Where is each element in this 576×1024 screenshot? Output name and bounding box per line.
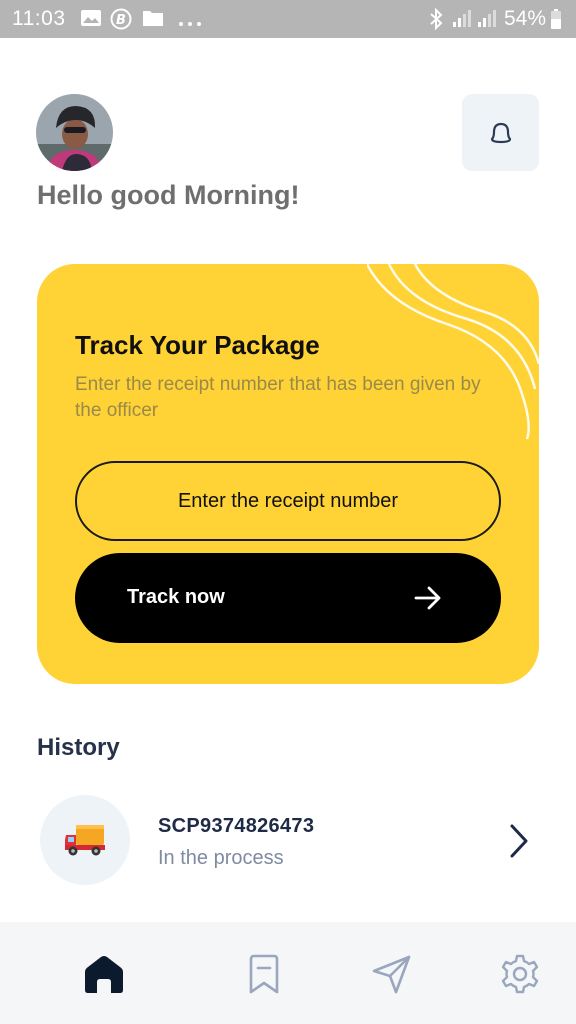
send-icon [372,955,411,994]
history-title: History [37,734,120,761]
greeting-text: Hello good Morning! [37,180,300,210]
nav-send[interactable] [364,946,420,1002]
status-time: 11:03 [12,7,66,30]
history-item[interactable]: SCP9374826473 In the process [37,795,539,887]
more-dots-icon [178,14,202,32]
notification-button[interactable] [462,94,539,171]
track-now-button[interactable]: Track now [75,553,501,643]
svg-text:B: B [116,13,126,28]
bookmark-icon [249,954,279,994]
track-now-label: Track now [127,586,225,608]
avatar[interactable] [36,94,113,171]
receipt-code: SCP9374826473 [158,815,315,837]
status-bar: 11:03 B 54% [0,0,576,38]
signal-icon [452,8,472,33]
truck-icon [65,825,105,856]
receipt-status: In the process [158,847,284,869]
bell-icon [490,122,512,144]
nav-settings[interactable] [492,946,548,1002]
arrow-right-icon [414,586,441,610]
folder-icon [142,8,164,33]
battery-percent: 54% [504,7,547,30]
decorative-waves [367,264,539,440]
bluetooth-icon [428,7,444,35]
battery-icon [550,8,562,35]
bottom-navigation [0,922,576,1024]
b-circle-icon: B [110,8,132,35]
nav-home[interactable] [76,946,132,1002]
image-icon [80,8,102,33]
home-icon [85,956,123,993]
receipt-number-input[interactable] [75,461,501,541]
card-title: Track Your Package [75,330,320,360]
truck-icon-circle [40,795,130,885]
track-package-card: Track Your Package Enter the receipt num… [37,264,539,684]
signal-icon [477,8,497,33]
card-description: Enter the receipt number that has been g… [75,374,481,421]
nav-bookmark[interactable] [236,946,292,1002]
gear-icon [501,954,539,994]
chevron-right-icon[interactable] [507,823,531,859]
